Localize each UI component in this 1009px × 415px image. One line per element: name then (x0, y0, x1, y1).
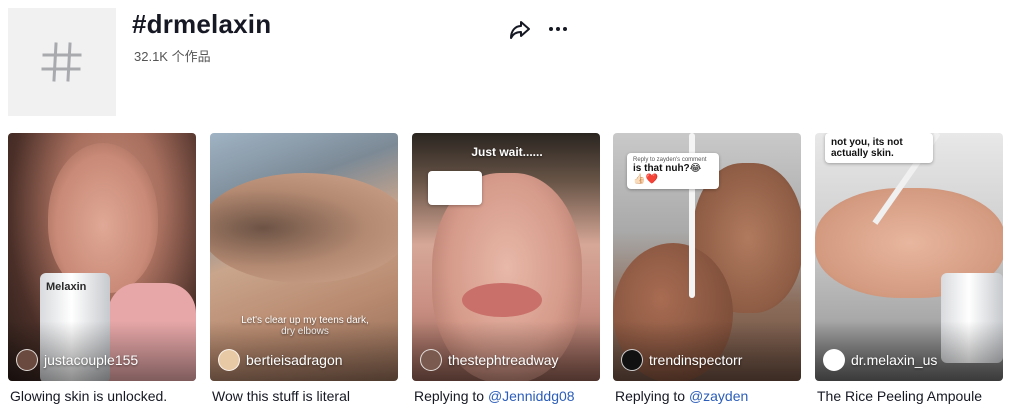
video-grid: Melaxin justacouple155 Glowing skin is u… (8, 133, 1003, 415)
comment-text: is that nuh?😂👍🏻❤️ (633, 163, 702, 185)
arm-shape (210, 173, 398, 283)
video-thumbnail[interactable]: Melaxin justacouple155 (8, 133, 196, 381)
video-card[interactable]: not you, its not actually skin. dr.melax… (815, 133, 1003, 415)
video-card[interactable]: Just wait...... thestephtreadway Replyin… (412, 133, 600, 415)
video-count: 32.1K 个作品 (134, 46, 211, 65)
author-username: dr.melaxin_us (851, 352, 938, 368)
more-options-button[interactable] (544, 16, 572, 42)
caption-mention[interactable]: @Jenniddg08 (488, 388, 575, 404)
video-author[interactable]: dr.melaxin_us (823, 349, 937, 371)
avatar (218, 349, 240, 371)
video-caption[interactable]: The Rice Peeling Ampoule (817, 388, 1003, 404)
author-username: bertieisadragon (246, 352, 343, 368)
face-shape (48, 143, 158, 293)
comment-bubble: not you, its not actually skin. (825, 133, 933, 163)
author-username: justacouple155 (44, 352, 139, 368)
video-author[interactable]: justacouple155 (16, 349, 138, 371)
hashtag-thumbnail (8, 8, 116, 116)
author-username: thestephtreadway (448, 352, 559, 368)
video-caption[interactable]: Glowing skin is unlocked. (10, 388, 196, 404)
video-thumbnail[interactable]: Reply to zayden's comment is that nuh?😂👍… (613, 133, 801, 381)
video-author[interactable]: thestephtreadway (420, 349, 559, 371)
comment-bubble: Reply to zayden's comment is that nuh?😂👍… (627, 153, 719, 189)
video-card[interactable]: Let's clear up my teens dark, dry elbows… (210, 133, 398, 415)
page-title: #drmelaxin (132, 9, 272, 39)
video-caption[interactable]: Wow this stuff is literal (212, 388, 398, 404)
avatar (16, 349, 38, 371)
more-dot (549, 27, 553, 31)
video-caption[interactable]: Replying to @zayden (615, 388, 801, 404)
caption-mention[interactable]: @zayden (689, 388, 748, 404)
video-count-suffix: 个作品 (171, 49, 211, 64)
video-author[interactable]: trendinspectorr (621, 349, 742, 371)
video-author[interactable]: bertieisadragon (218, 349, 343, 371)
avatar (420, 349, 442, 371)
video-card[interactable]: Melaxin justacouple155 Glowing skin is u… (8, 133, 196, 415)
video-caption[interactable]: Replying to @Jenniddg08 (414, 388, 600, 404)
more-dot (556, 27, 560, 31)
video-thumbnail[interactable]: not you, its not actually skin. dr.melax… (815, 133, 1003, 381)
caption-prefix: Replying to (414, 388, 485, 404)
caption-prefix: Replying to (615, 388, 686, 404)
more-dot (563, 27, 567, 31)
hashtag-header: #drmelaxin 32.1K 个作品 (0, 0, 1009, 125)
comment-bubble (428, 171, 482, 205)
hashtag-icon (41, 42, 82, 82)
video-thumbnail[interactable]: Let's clear up my teens dark, dry elbows… (210, 133, 398, 381)
share-button[interactable] (507, 16, 533, 42)
video-overlay-text: Just wait...... (471, 145, 543, 159)
share-icon (510, 21, 530, 39)
video-thumbnail[interactable]: Just wait...... thestephtreadway (412, 133, 600, 381)
avatar (621, 349, 643, 371)
author-username: trendinspectorr (649, 352, 743, 368)
avatar (823, 349, 845, 371)
video-count-value: 32.1K (134, 49, 168, 64)
lips-shape (462, 283, 542, 317)
video-card[interactable]: Reply to zayden's comment is that nuh?😂👍… (613, 133, 801, 415)
comment-text: not you, its not actually skin. (831, 137, 903, 159)
bottle-label: Melaxin (46, 281, 87, 293)
